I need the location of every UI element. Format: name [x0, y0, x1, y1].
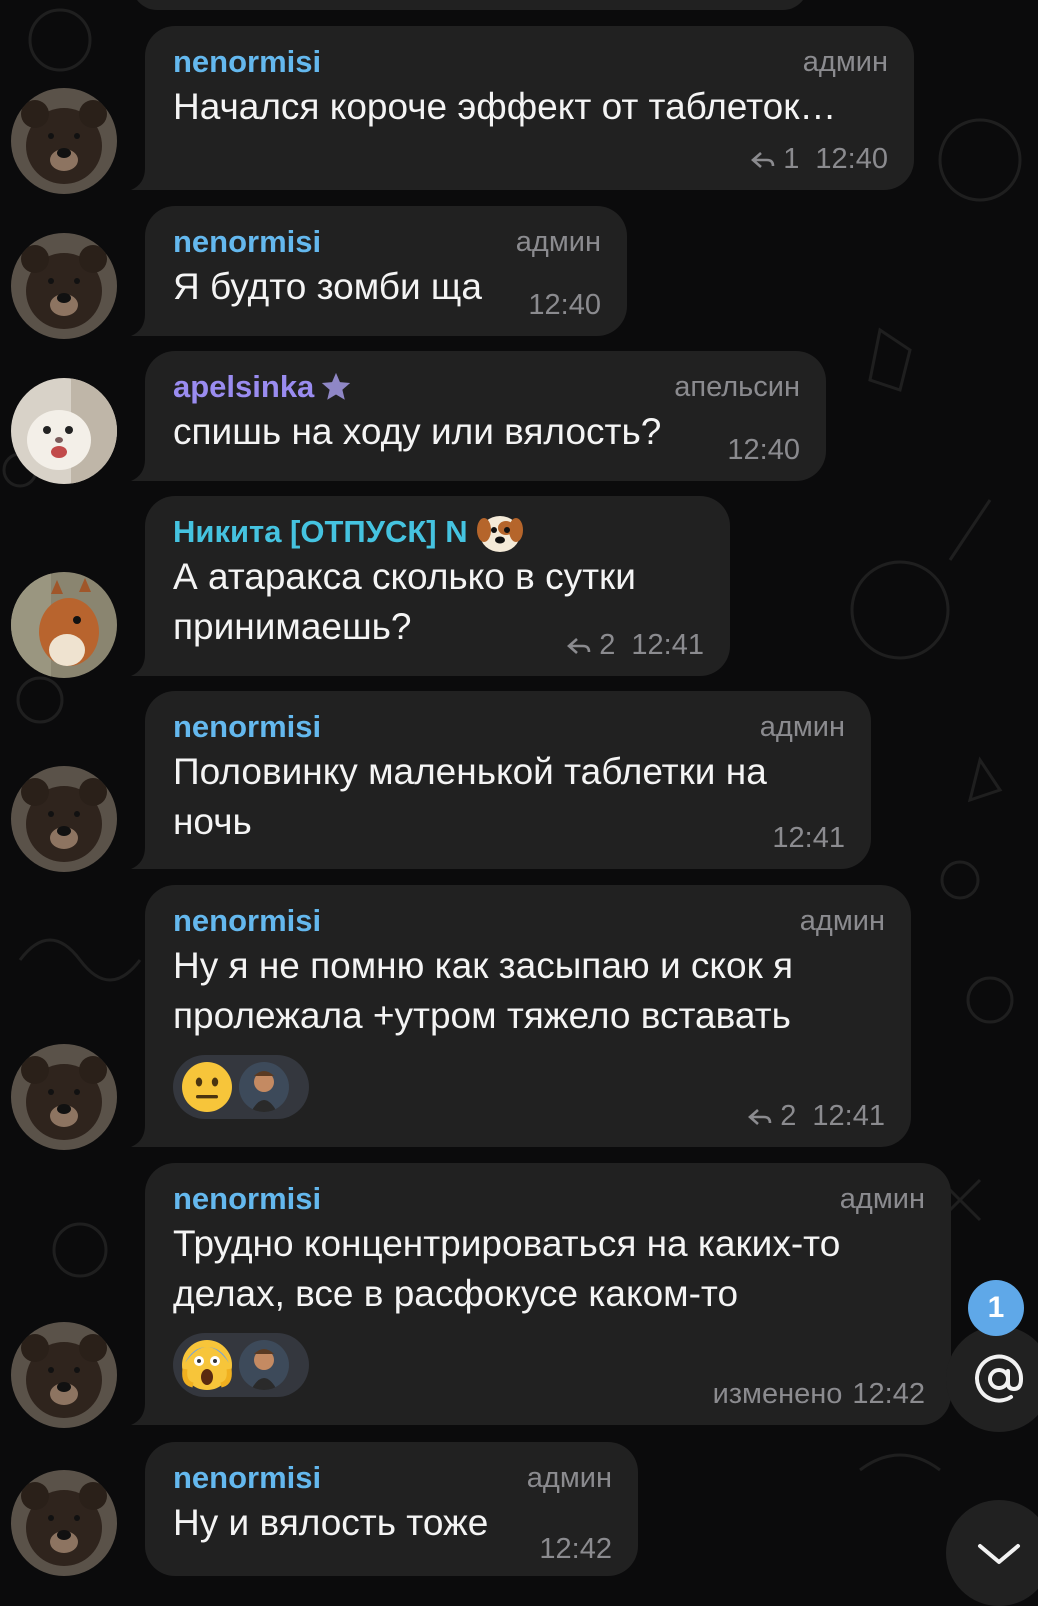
sender-name[interactable]: nenormisi: [173, 709, 321, 745]
message-meta: 12:42: [539, 1533, 612, 1566]
dog-emoji: [476, 516, 523, 552]
sender-role: админ: [515, 225, 601, 258]
sender-role: админ: [839, 1182, 925, 1215]
ferret-avatar[interactable]: [11, 378, 117, 484]
reaction-chip[interactable]: [173, 1055, 309, 1119]
bear-avatar[interactable]: [11, 1322, 117, 1428]
reply-icon[interactable]: [746, 1106, 774, 1128]
reply-count[interactable]: 2: [780, 1100, 796, 1133]
edited-label: изменено: [712, 1378, 843, 1410]
message-time: 12:41: [812, 1100, 885, 1132]
mention-count-badge[interactable]: 1: [968, 1280, 1024, 1336]
sender-name[interactable]: nenormisi: [173, 1181, 321, 1217]
message-text: Ну я не помню как засыпаю и скок я проле…: [173, 945, 794, 1036]
bubble-tail: [131, 1125, 155, 1147]
previous-message-bubble[interactable]: [132, 0, 808, 10]
bubble-tail: [131, 168, 155, 190]
message-bubble[interactable]: nenormisi админ Я будто зомби ща 12:40: [131, 206, 627, 336]
message-time: 12:41: [772, 822, 845, 854]
screaming-face-emoji: [181, 1339, 233, 1391]
message-meta: 2 12:41: [746, 1100, 885, 1133]
message-bubble[interactable]: apelsinka апельсин спишь на ходу или вял…: [131, 351, 826, 481]
message-time: 12:42: [852, 1378, 925, 1410]
reactor-avatar: [239, 1062, 289, 1112]
bear-avatar[interactable]: [11, 1470, 117, 1576]
reply-icon[interactable]: [749, 149, 777, 171]
message-bubble[interactable]: nenormisi админ Половинку маленькой табл…: [131, 691, 871, 869]
message-bubble[interactable]: nenormisi админ Ну и вялость тоже 12:42: [145, 1442, 638, 1576]
sender-role: апельсин: [674, 370, 800, 403]
message-meta: 12:40: [528, 289, 601, 322]
message-time: 12:40: [727, 434, 800, 466]
message-text: Начался короче эффект от таблеток…: [173, 86, 837, 127]
bubble-tail: [131, 847, 155, 869]
message-meta: 12:41: [772, 822, 845, 855]
bubble-tail: [131, 1403, 155, 1425]
message-meta: 2 12:41: [565, 629, 704, 662]
message-time: 12:40: [528, 289, 601, 321]
message-time: 12:40: [815, 143, 888, 175]
bubble-tail: [131, 654, 155, 676]
bubble-tail: [131, 314, 155, 336]
sender-name[interactable]: nenormisi: [173, 903, 321, 939]
neutral-face-emoji: [181, 1061, 233, 1113]
message-meta: изменено 12:42: [713, 1378, 925, 1411]
sender-name[interactable]: Никита [ОТПУСК] N: [173, 514, 468, 550]
sender-role: админ: [759, 710, 845, 743]
sender-role: админ: [799, 904, 885, 937]
message-bubble[interactable]: Никита [ОТПУСК] N А атаракса сколько в с…: [131, 496, 730, 676]
bear-avatar[interactable]: [11, 233, 117, 339]
message-bubble[interactable]: nenormisi админ Ну я не помню как засыпа…: [131, 885, 911, 1147]
reply-icon[interactable]: [565, 635, 593, 657]
at-icon: [975, 1354, 1024, 1403]
star-icon: [322, 372, 351, 400]
message-meta: 12:40: [727, 434, 800, 467]
message-bubble[interactable]: nenormisi админ Начался короче эффект от…: [131, 26, 914, 190]
sender-name[interactable]: nenormisi: [173, 1460, 321, 1496]
chevron-down-icon: [978, 1544, 1020, 1564]
reply-count[interactable]: 1: [783, 143, 799, 176]
message-bubble[interactable]: nenormisi админ Трудно концентрироваться…: [131, 1163, 951, 1425]
sender-name[interactable]: apelsinka: [173, 369, 314, 405]
sender-role: админ: [802, 45, 888, 78]
reactor-avatar: [239, 1340, 289, 1390]
sender-role: админ: [526, 1461, 612, 1494]
bubble-tail: [131, 459, 155, 481]
reply-count[interactable]: 2: [599, 629, 615, 662]
bear-avatar[interactable]: [11, 1044, 117, 1150]
mentions-button[interactable]: [946, 1326, 1038, 1432]
squirrel-avatar[interactable]: [11, 572, 117, 678]
bear-avatar[interactable]: [11, 766, 117, 872]
message-time: 12:41: [631, 629, 704, 661]
bear-avatar[interactable]: [11, 88, 117, 194]
message-text: Половинку маленькой таблетки на ночь: [173, 751, 767, 842]
message-text: спишь на ходу или вялость?: [173, 411, 662, 452]
sender-name[interactable]: nenormisi: [173, 44, 321, 80]
message-meta: 1 12:40: [749, 143, 888, 176]
reaction-chip[interactable]: [173, 1333, 309, 1397]
scroll-down-button[interactable]: [946, 1500, 1038, 1606]
sender-name[interactable]: nenormisi: [173, 224, 321, 260]
message-time: 12:42: [539, 1533, 612, 1565]
message-text: Трудно концентрироваться на каких-то дел…: [173, 1223, 841, 1314]
